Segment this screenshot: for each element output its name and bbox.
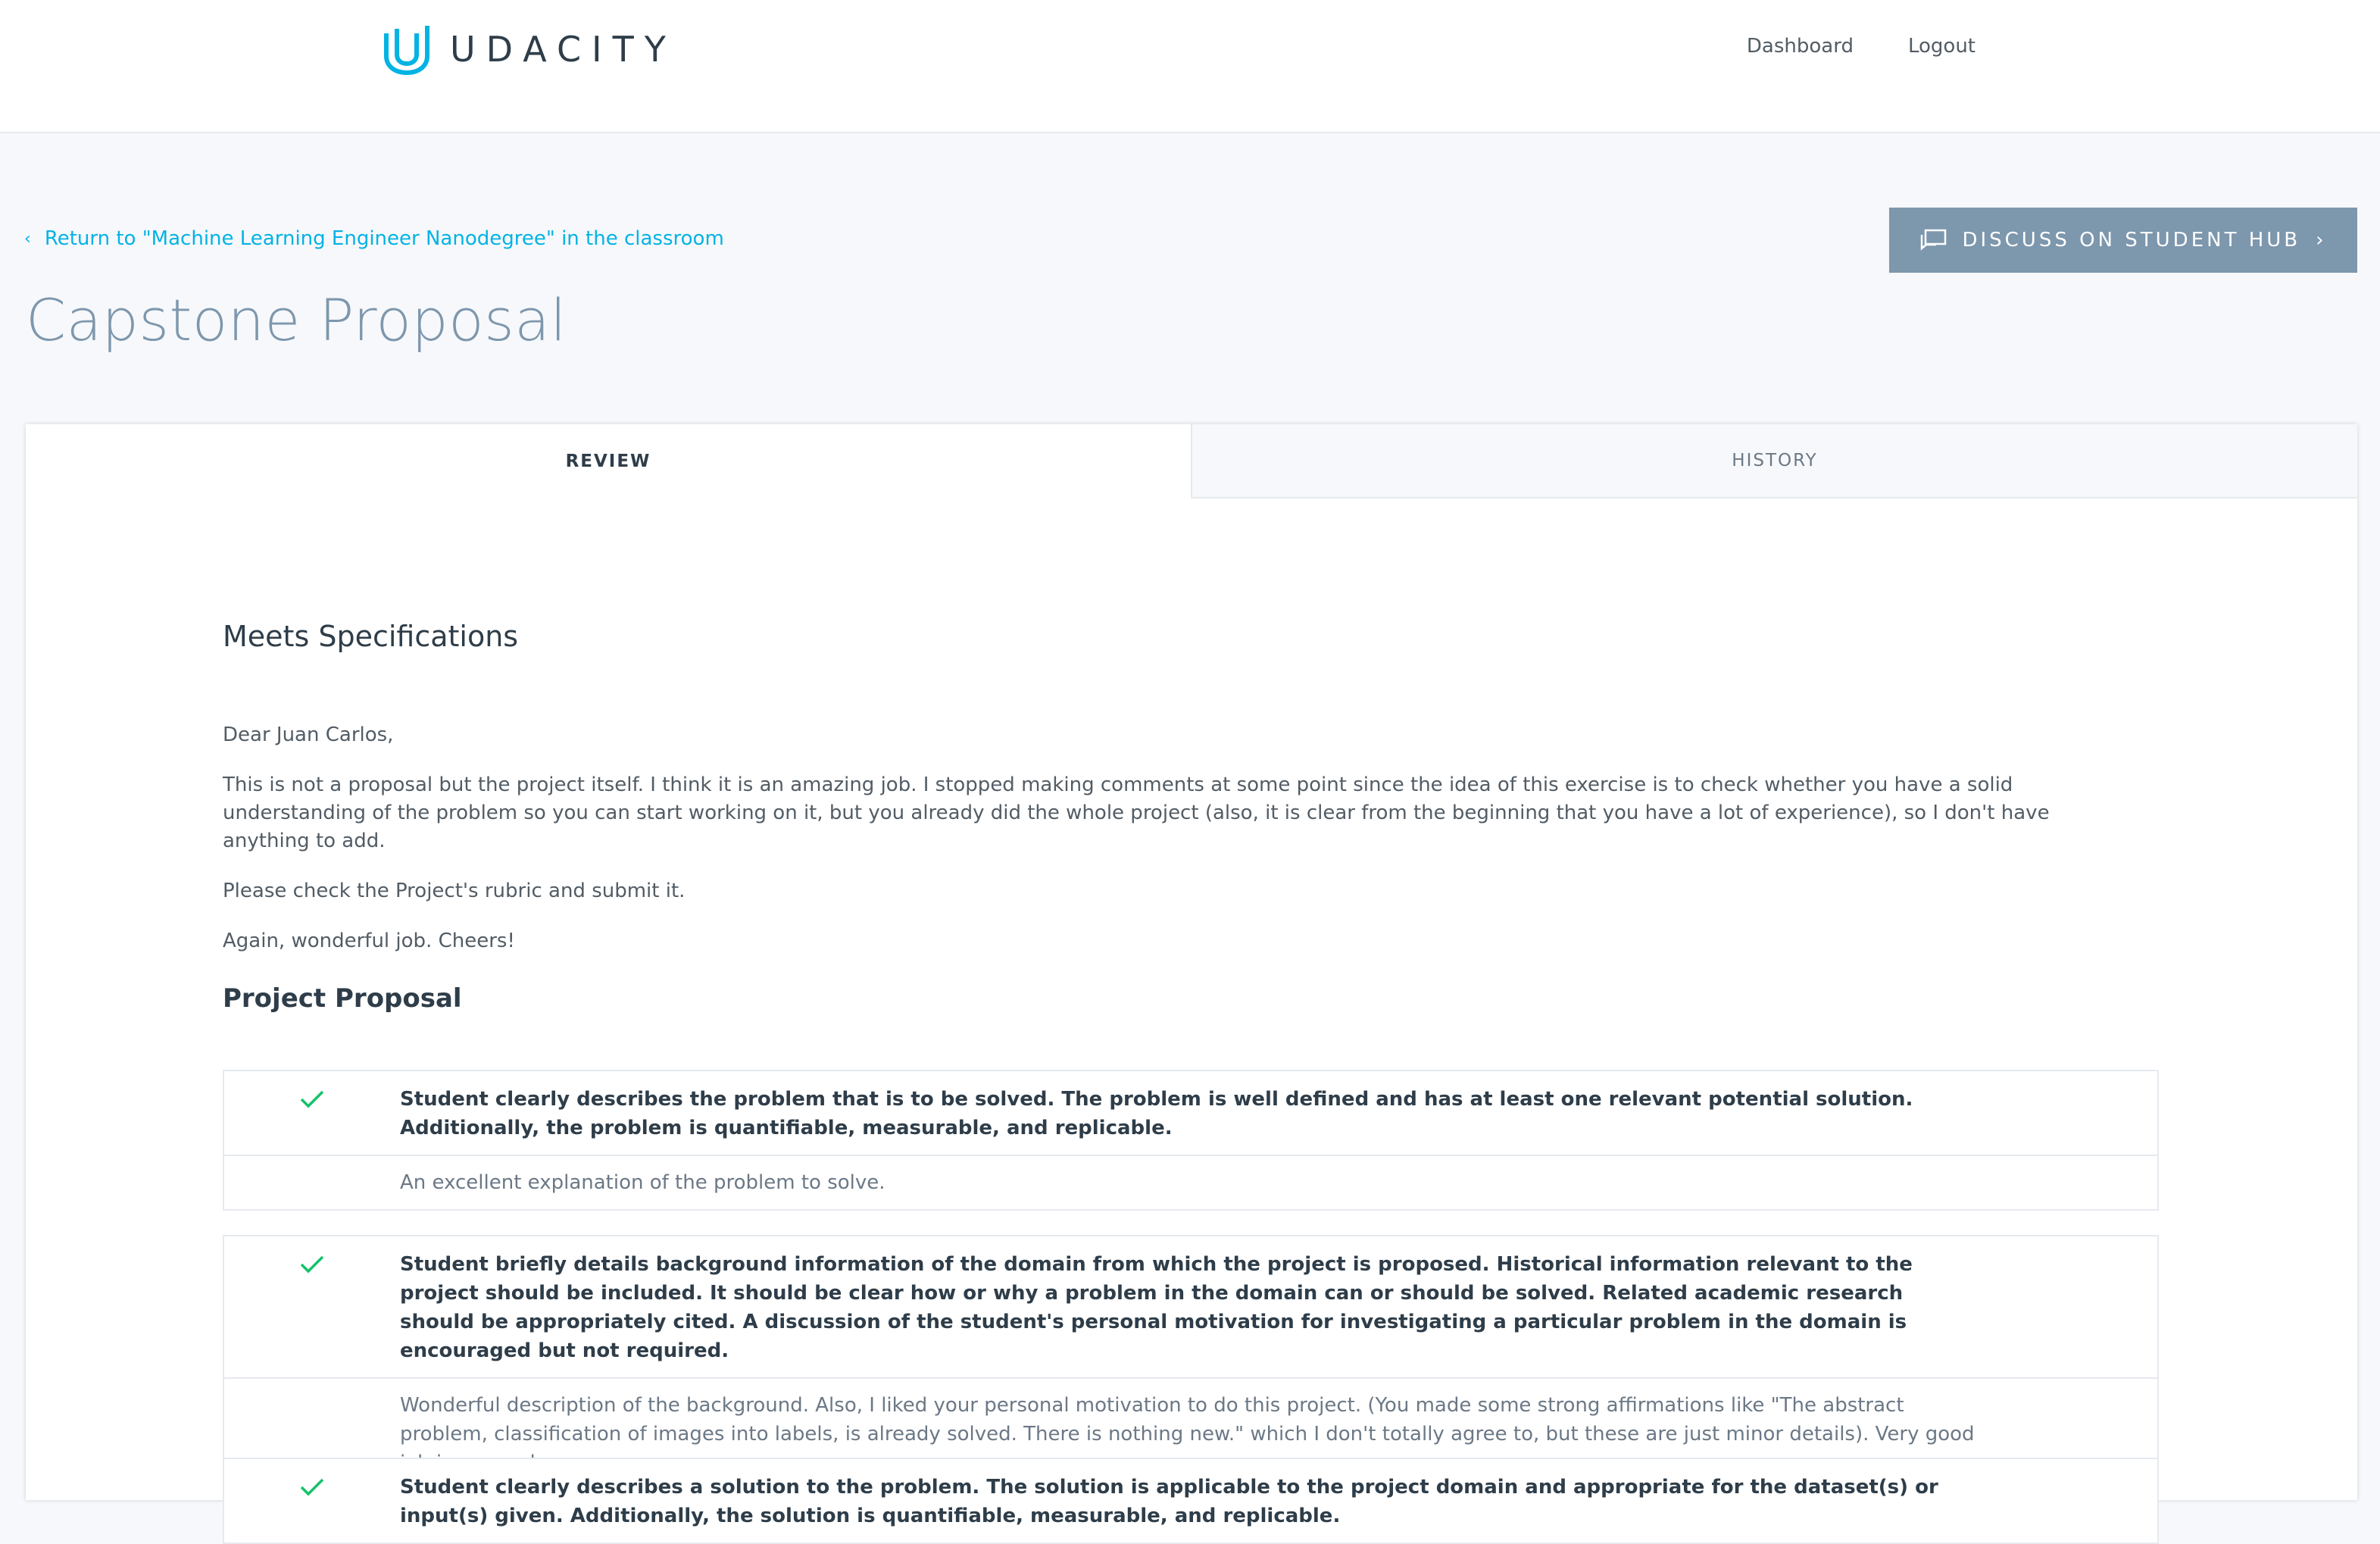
udacity-logo-icon [384,26,429,75]
criterion-comment-text: An excellent explanation of the problem … [400,1171,885,1194]
tab-history[interactable]: HISTORY [1191,424,2357,499]
message-closing: Again, wonderful job. Cheers! [223,930,515,952]
top-nav: Dashboard Logout [1747,35,1976,58]
rubric-criterion: Student clearly describes the problem th… [223,1070,2159,1211]
criterion-comment: An excellent explanation of the problem … [224,1155,2157,1209]
nav-logout-link[interactable]: Logout [1908,35,1976,58]
criterion-text: Student clearly describes the problem th… [400,1088,1913,1139]
top-navbar: UDACITY Dashboard Logout [0,0,2380,133]
section-title-project-proposal: Project Proposal [223,983,462,1014]
check-icon [224,1085,400,1142]
page-title: Capstone Proposal [26,286,567,354]
message-paragraph: Please check the Project's rubric and su… [223,880,686,902]
chevron-right-icon: › [2316,229,2327,252]
chat-icon [1921,229,1947,251]
tab-review[interactable]: REVIEW [26,424,1191,499]
reviewer-message: Dear Juan Carlos, This is not a proposal… [223,721,2116,977]
criterion-text: Student clearly describes a solution to … [400,1476,1938,1527]
nav-dashboard-link[interactable]: Dashboard [1747,35,1854,58]
return-link-label: Return to "Machine Learning Engineer Nan… [44,227,724,250]
discuss-on-student-hub-button[interactable]: DISCUSS ON STUDENT HUB › [1889,208,2357,273]
udacity-logo[interactable]: UDACITY [380,23,676,76]
brand-name: UDACITY [450,29,676,70]
return-to-classroom-link[interactable]: ‹ Return to "Machine Learning Engineer N… [24,227,724,250]
review-card: REVIEW HISTORY Meets Specifications Dear… [26,424,2357,1544]
rubric-criterion: Student clearly describes a solution to … [223,1458,2159,1544]
review-status-heading: Meets Specifications [223,620,519,653]
tab-bar: REVIEW HISTORY [26,424,2357,499]
hub-button-label: DISCUSS ON STUDENT HUB [1962,229,2301,252]
message-greeting: Dear Juan Carlos, [223,724,394,746]
rubric-criterion: Student briefly details background infor… [223,1235,2159,1491]
check-icon [224,1473,400,1530]
chevron-left-icon: ‹ [24,229,31,248]
check-icon [224,1250,400,1365]
message-paragraph: This is not a proposal but the project i… [223,774,2050,852]
criterion-text: Student briefly details background infor… [400,1253,1913,1362]
